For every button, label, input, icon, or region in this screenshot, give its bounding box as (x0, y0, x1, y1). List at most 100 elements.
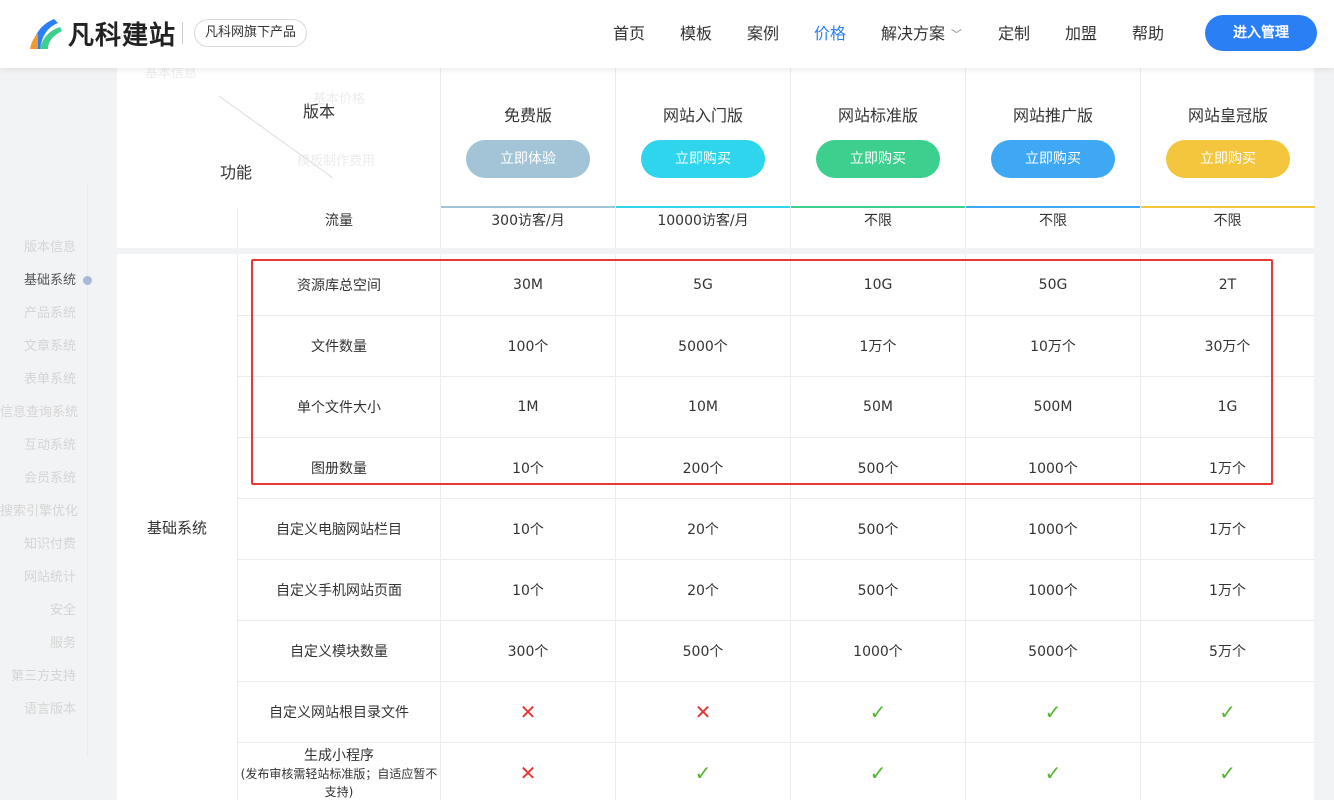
plan-name-crown: 网站皇冠版 (1187, 106, 1268, 125)
check-icon: ✓ (1141, 742, 1314, 800)
cross-icon: ✕ (441, 742, 615, 800)
value-crown: 1万个 (1209, 582, 1246, 599)
value-promotion: 1000个 (1028, 521, 1078, 538)
logo[interactable]: 凡科建站 (28, 15, 176, 51)
nav-home[interactable]: 首页 (613, 0, 645, 68)
column-divider (440, 68, 441, 208)
traffic-value-standard: 不限 (864, 213, 892, 229)
plan-button-crown[interactable]: 立即购买 (1166, 140, 1290, 178)
plan-name-standard: 网站标准版 (837, 106, 918, 125)
row-label: 自定义手机网站页面 (238, 559, 440, 620)
logo-icon (30, 19, 62, 49)
sidebar-item-member-system[interactable]: 会员系统 (0, 470, 76, 488)
highlight-box (251, 259, 1273, 485)
plan-name-promotion: 网站推广版 (1012, 106, 1093, 125)
sidebar-item-service[interactable]: 服务 (0, 635, 76, 653)
plan-button-starter[interactable]: 立即购买 (641, 140, 765, 178)
version-header-label: 版本 (303, 102, 336, 121)
logo-text: 凡科建站 (68, 20, 177, 51)
traffic-value-crown: 不限 (1213, 213, 1242, 229)
row-label: 自定义网站根目录文件 (238, 681, 440, 742)
plan-button-promotion[interactable]: 立即购买 (991, 140, 1115, 178)
sidebar-item-form-system[interactable]: 表单系统 (0, 371, 76, 389)
nav-templates[interactable]: 模板 (680, 0, 712, 68)
sidebar-item-third-party[interactable]: 第三方支持 (0, 668, 76, 686)
value-starter: 20个 (687, 521, 719, 538)
value-promotion: 5000个 (1028, 643, 1078, 660)
sidebar-item-statistics[interactable]: 网站统计 (0, 569, 76, 587)
top-header: 凡科建站 凡科网旗下产品 首页 模板 案例 价格 解决方案 ﹀ 定制 加盟 帮助 … (0, 0, 1334, 68)
traffic-value-starter: 10000访客/月 (657, 213, 749, 229)
nav-help[interactable]: 帮助 (1132, 0, 1164, 68)
nav-franchise[interactable]: 加盟 (1065, 0, 1097, 68)
sidebar-track (87, 185, 88, 755)
check-icon: ✓ (791, 742, 965, 800)
check-mark: ✓ (694, 760, 712, 785)
nav-solutions-label: 解决方案 (881, 24, 946, 43)
sidebar-item-seo[interactable]: 搜索引擎优化 (0, 503, 78, 521)
value-crown: 1万个 (1209, 521, 1246, 538)
check-icon: ✓ (1141, 681, 1314, 742)
row-label-note: (发布审核需轻站标准版；自适应暂不支持) (240, 766, 438, 799)
sidebar-item-language[interactable]: 语言版本 (0, 701, 76, 719)
plan-name-free: 免费版 (503, 106, 552, 125)
check-icon: ✓ (791, 681, 965, 742)
column-divider (965, 68, 966, 208)
check-icon: ✓ (616, 742, 790, 800)
cross-mark: ✕ (519, 699, 537, 724)
check-mark: ✓ (1219, 760, 1236, 785)
check-icon: ✓ (966, 681, 1140, 742)
value-starter: 20个 (687, 582, 719, 599)
value-crown: 5万个 (1209, 643, 1246, 660)
sidebar-item-info-query[interactable]: 信息查询系统 (0, 404, 78, 422)
section-name: 基础系统 (146, 518, 207, 537)
cross-mark: ✕ (519, 760, 537, 785)
nav-custom[interactable]: 定制 (998, 0, 1030, 68)
enter-management-button[interactable]: 进入管理 (1205, 15, 1317, 51)
cross-icon: ✕ (441, 681, 615, 742)
value-standard: 500个 (857, 582, 899, 599)
value-standard: 1000个 (853, 643, 903, 660)
value-free: 300个 (507, 643, 549, 660)
cross-icon: ✕ (616, 681, 790, 742)
check-mark: ✓ (1044, 699, 1062, 724)
nav-cases[interactable]: 案例 (747, 0, 779, 68)
value-free: 10个 (512, 521, 544, 538)
plan-button-free[interactable]: 立即体验 (466, 140, 590, 178)
row-label-text: 自定义网站根目录文件 (269, 704, 409, 721)
row-label: 自定义电脑网站栏目 (238, 498, 440, 559)
row-label: 自定义模块数量 (238, 620, 440, 681)
row-label: 生成小程序 (发布审核需轻站标准版；自适应暂不支持) (238, 742, 440, 800)
value-free: 10个 (512, 582, 544, 599)
nav-pricing[interactable]: 价格 (814, 0, 846, 68)
sidebar-item-product-system[interactable]: 产品系统 (0, 305, 76, 323)
value-promotion: 1000个 (1028, 582, 1078, 599)
logo-divider (182, 22, 183, 44)
column-divider (1140, 68, 1141, 208)
row-label-traffic: 流量 (325, 213, 353, 229)
row-label-text: 自定义模块数量 (290, 643, 388, 660)
sidebar-item-version-info[interactable]: 版本信息 (0, 239, 76, 257)
sidebar-item-paid-knowledge[interactable]: 知识付费 (0, 536, 76, 554)
sidebar-item-basic-system[interactable]: 基础系统 (0, 272, 76, 290)
plan-button-standard[interactable]: 立即购买 (816, 140, 940, 178)
nav-solutions[interactable]: 解决方案 ﹀ (881, 0, 962, 68)
column-divider (790, 68, 791, 208)
row-label-text: 自定义电脑网站栏目 (276, 521, 402, 538)
check-icon: ✓ (966, 742, 1140, 800)
feature-header-label: 功能 (220, 163, 253, 182)
value-starter: 500个 (682, 643, 724, 660)
value-standard: 500个 (857, 521, 899, 538)
traffic-value-promotion: 不限 (1039, 213, 1067, 229)
check-mark: ✓ (869, 699, 887, 724)
column-divider (615, 68, 616, 208)
sidebar-item-article-system[interactable]: 文章系统 (0, 338, 76, 356)
row-label-text: 生成小程序 (304, 747, 374, 764)
sidebar-item-interaction[interactable]: 互动系统 (0, 437, 76, 455)
plan-name-starter: 网站入门版 (662, 106, 743, 125)
sidebar-item-security[interactable]: 安全 (0, 602, 76, 620)
check-mark: ✓ (1219, 699, 1236, 724)
cross-mark: ✕ (694, 699, 712, 724)
active-dot-icon (83, 276, 92, 285)
traffic-value-free: 300访客/月 (491, 213, 565, 229)
